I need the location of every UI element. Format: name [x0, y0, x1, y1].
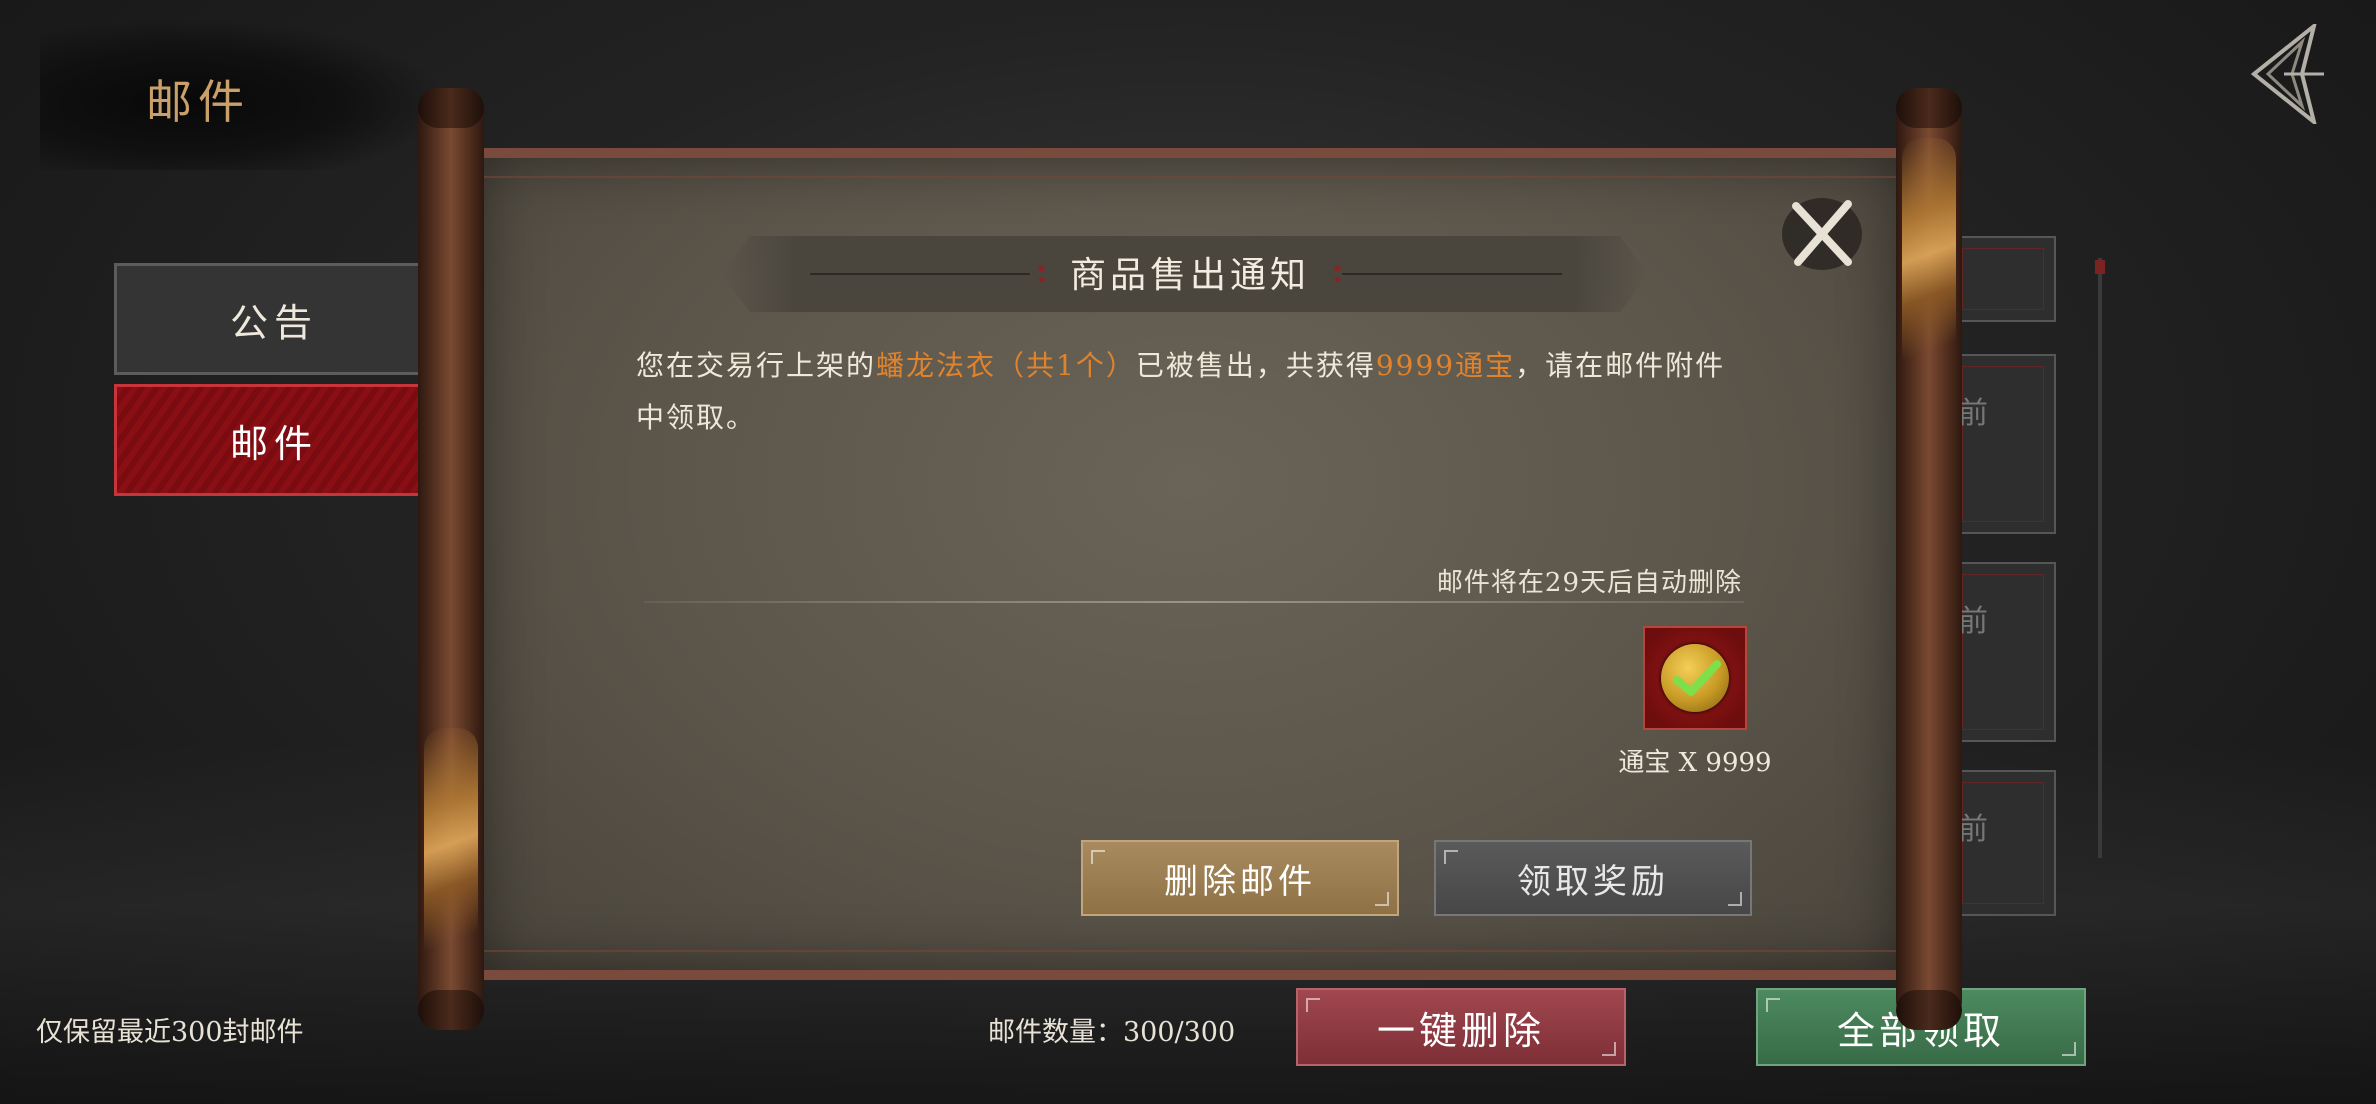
scroll-roller-left — [418, 88, 484, 1030]
expire-notice: 邮件将在29天后自动删除 — [1436, 568, 1742, 598]
retention-note: 仅保留最近300封邮件 — [36, 1017, 304, 1048]
mail-count: 邮件数量：300/300 — [988, 1017, 1236, 1048]
mail-list-item-label: 前 — [1958, 396, 1988, 431]
mail-list-scroll-thumb[interactable] — [2095, 260, 2105, 274]
body-text-2: 已被售出，共获得 — [1135, 349, 1376, 382]
delete-all-button[interactable]: 一键删除 — [1296, 988, 1626, 1066]
delete-all-label: 一键删除 — [1376, 1008, 1545, 1053]
mail-list-item[interactable] — [1950, 236, 2056, 322]
close-icon[interactable] — [1772, 192, 1864, 280]
item-name-highlight: 蟠龙法衣（共1个） — [876, 349, 1136, 382]
divider — [644, 601, 1744, 603]
page-title: 邮件 — [146, 75, 250, 129]
mail-list-scrollbar[interactable] — [2098, 258, 2102, 858]
title-ornament-icon — [1038, 266, 1046, 282]
mail-title: 商品售出通知 — [1069, 255, 1310, 296]
attachment-item-slot[interactable] — [1643, 626, 1747, 730]
tab-notice[interactable]: 公告 — [114, 263, 434, 375]
body-text-1: 您在交易行上架的 — [636, 349, 877, 382]
title-ornament-icon — [1334, 266, 1342, 282]
mail-body: 您在交易行上架的蟠龙法衣（共1个）已被售出，共获得9999通宝，请在邮件附件中领… — [636, 340, 1746, 444]
delete-mail-button[interactable]: 删除邮件 — [1081, 840, 1399, 916]
back-arrow-icon[interactable] — [2244, 24, 2326, 124]
delete-mail-label: 删除邮件 — [1164, 861, 1316, 902]
checkmark-icon — [1673, 660, 1721, 696]
mail-list-item-label: 前 — [1958, 604, 1988, 639]
tab-mail[interactable]: 邮件 — [114, 384, 434, 496]
claim-reward-button[interactable]: 领取奖励 — [1434, 840, 1752, 916]
mail-list-item[interactable]: 前 — [1950, 562, 2056, 742]
scroll-roller-right — [1896, 88, 1962, 1030]
mail-list-item[interactable]: 前 — [1950, 354, 2056, 534]
attachment-label: 通宝 X 9999 — [1618, 748, 1772, 778]
mail-list-item-label: 前 — [1958, 812, 1988, 847]
amount-highlight: 9999通宝 — [1375, 349, 1516, 382]
claim-reward-label: 领取奖励 — [1517, 861, 1669, 902]
mail-list-item[interactable]: 前 — [1950, 770, 2056, 916]
